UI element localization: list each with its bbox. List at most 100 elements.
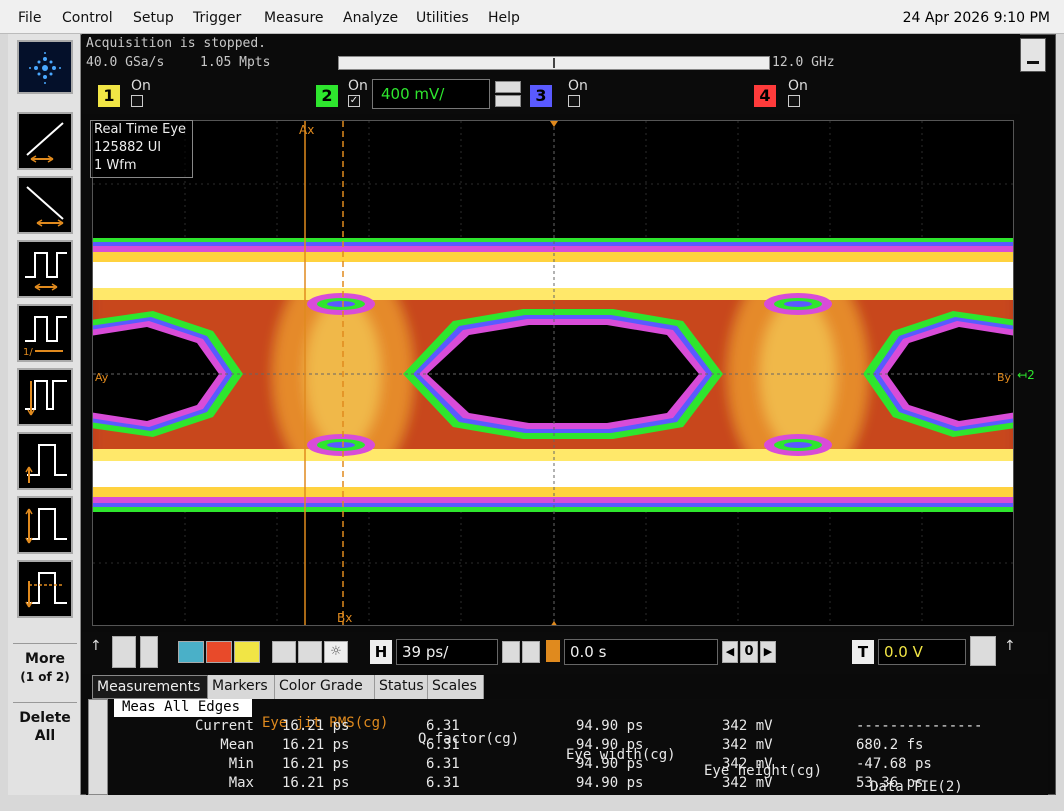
row-label: Mean [220, 737, 254, 753]
scroll-stepper-button[interactable] [140, 636, 158, 668]
table-cell: 53.36 ps [856, 775, 924, 791]
period-icon [25, 252, 67, 291]
horizontal-control-bar: ↑ ☼ H 39 ps/ 0.0 s ◀ 0 ▶ T 0.0 V ↑ [82, 632, 1048, 674]
scale-down-icon[interactable] [495, 95, 521, 107]
frequency-button[interactable]: 1/ [17, 304, 73, 362]
pulse-width-icon [25, 380, 67, 416]
menu-setup[interactable]: Setup [133, 10, 174, 26]
nav-right-icon[interactable]: ▶ [760, 641, 776, 663]
channel-3-checkbox[interactable] [568, 95, 580, 107]
channel-4-button[interactable]: 4 [754, 85, 776, 107]
delete-label-2: All [34, 728, 56, 744]
timebase-down-icon[interactable] [502, 641, 520, 663]
marker-ay-label: Ay [95, 371, 109, 384]
minimize-icon [1027, 61, 1039, 64]
menu-utilities[interactable]: Utilities [416, 10, 469, 26]
trigger-level-stepper[interactable] [970, 636, 996, 666]
cyan-color-button[interactable] [178, 641, 204, 663]
more-button[interactable]: More (1 of 2) [13, 643, 77, 693]
channel-2-button[interactable]: 2 [316, 85, 338, 107]
delay-marker-icon[interactable] [546, 640, 560, 662]
pulse-width-button[interactable] [17, 368, 73, 426]
top-base-icon [25, 572, 67, 608]
channel-4-on-label: On [788, 78, 808, 94]
more-label: More [25, 651, 65, 667]
trigger-cursor-icon[interactable]: ↑ [1004, 638, 1016, 654]
table-cell: 94.90 ps [576, 775, 644, 791]
nav-left-icon[interactable]: ◀ [722, 641, 738, 663]
channel-2-on-label: On [348, 78, 368, 94]
print-icon[interactable] [298, 641, 322, 663]
table-cell: 16.21 ps [282, 737, 350, 753]
table-cell: 342 mV [722, 737, 773, 753]
minimize-button[interactable] [1020, 38, 1046, 72]
table-row: Max 16.21 ps 6.31 94.90 ps 342 mV 53.36 ps [86, 775, 1048, 793]
logo-icon [29, 52, 61, 84]
channel-3-on-label: On [568, 78, 588, 94]
timebase-field[interactable]: 39 ps/ [396, 639, 498, 665]
channel-1-checkbox[interactable] [131, 95, 143, 107]
channel-2-scale[interactable]: 400 mV/ [372, 79, 490, 109]
table-cell: 94.90 ps [576, 718, 644, 734]
menu-bar: File Control Setup Trigger Measure Analy… [0, 0, 1064, 34]
table-cell: 680.2 fs [856, 737, 924, 753]
yellow-color-button[interactable] [234, 641, 260, 663]
menu-file[interactable]: File [18, 10, 41, 26]
trigger-button[interactable]: T [852, 640, 874, 664]
channel-2-checkbox[interactable]: ✓ [348, 95, 360, 107]
tab-scales[interactable]: Scales [428, 675, 484, 699]
timebase-up-icon[interactable] [522, 641, 540, 663]
channel-4-checkbox[interactable] [788, 95, 800, 107]
delete-all-button[interactable]: Delete All [13, 702, 77, 752]
ui-count-label: 125882 UI [94, 140, 162, 155]
channel-2-ground-marker[interactable]: ↤2 [1017, 368, 1035, 382]
table-row: Current 16.21 ps 6.31 94.90 ps 342 mV -------… [86, 718, 1048, 736]
menu-control[interactable]: Control [62, 10, 113, 26]
scale-up-icon[interactable] [495, 81, 521, 93]
menu-help[interactable]: Help [488, 10, 520, 26]
marker-ax-label: Ax [299, 123, 315, 137]
channel-1-on-label: On [131, 78, 151, 94]
channel-3-button[interactable]: 3 [530, 85, 552, 107]
rise-time-button[interactable] [17, 112, 73, 170]
channel-1-button[interactable]: 1 [98, 85, 120, 107]
zoom-stepper-button[interactable] [112, 636, 136, 668]
measurements-panel: Meas All Edges Eye jit RMS(cg) Q-factor(… [86, 699, 1048, 795]
more-page-label: (1 of 2) [20, 670, 70, 684]
trigger-level-field[interactable]: 0.0 V [878, 639, 966, 665]
delay-field[interactable]: 0.0 s [564, 639, 718, 665]
fall-time-button[interactable] [17, 176, 73, 234]
nav-value[interactable]: 0 [740, 641, 758, 663]
waveform-display[interactable]: Ax Bx Ay By [92, 120, 1014, 626]
tab-status[interactable]: Status [375, 675, 428, 699]
eye-mode-label: Real Time Eye [94, 122, 187, 137]
table-cell: 6.31 [426, 775, 460, 791]
tab-markers[interactable]: Markers [208, 675, 275, 699]
amplitude-button[interactable] [17, 496, 73, 554]
agilent-logo-button[interactable] [17, 40, 73, 94]
quick-meas-sidebar: 1/ More (1 of 2) Delete All [8, 34, 81, 795]
top-base-button[interactable] [17, 560, 73, 618]
vmax-icon [25, 444, 67, 483]
acquisition-status: Acquisition is stopped. [86, 36, 267, 51]
tab-measurements[interactable]: Measurements [92, 675, 208, 699]
table-cell: 6.31 [426, 756, 460, 772]
table-cell: 6.31 [426, 737, 460, 753]
rise-time-icon [26, 122, 64, 163]
horizontal-button[interactable]: H [370, 640, 392, 664]
red-color-button[interactable] [206, 641, 232, 663]
menu-trigger[interactable]: Trigger [193, 10, 241, 26]
marker-bx-label: Bx [337, 611, 353, 625]
table-cell: 94.90 ps [576, 737, 644, 753]
memory-depth: 1.05 Mpts [200, 55, 271, 70]
period-button[interactable] [17, 240, 73, 298]
menu-measure[interactable]: Measure [264, 10, 324, 26]
cursor-icon[interactable]: ↑ [90, 638, 102, 654]
vmax-button[interactable] [17, 432, 73, 490]
brightness-icon[interactable]: ☼ [324, 641, 348, 663]
tab-color-grade[interactable]: Color Grade [275, 675, 375, 699]
measure-icon[interactable] [272, 641, 296, 663]
table-row: Min 16.21 ps 6.31 94.90 ps 342 mV -47.68 ps [86, 756, 1048, 774]
menu-analyze[interactable]: Analyze [343, 10, 398, 26]
memory-bar [338, 56, 770, 70]
